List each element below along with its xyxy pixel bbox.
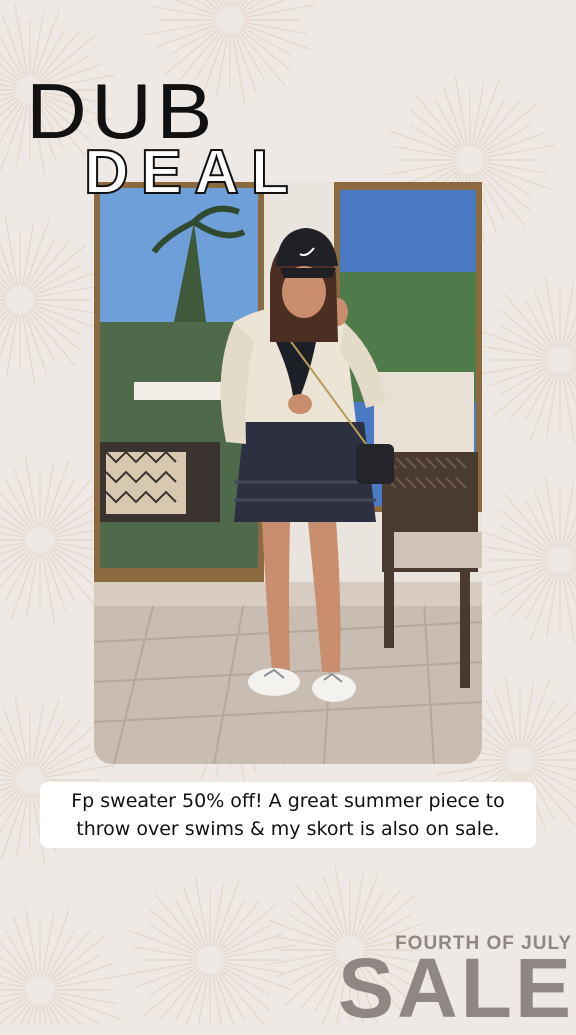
burst — [475, 275, 576, 445]
caption: Fp sweater 50% off! A great summer piece… — [40, 782, 536, 848]
title-deal: DEAL — [83, 138, 301, 207]
burst — [0, 215, 105, 385]
caption-line-2: throw over swims & my skort is also on s… — [76, 818, 500, 840]
burst — [0, 905, 125, 1024]
outfit-photo-illustration — [94, 182, 482, 764]
sale-title: SALE — [337, 941, 574, 1035]
burst — [125, 875, 295, 1024]
burst — [475, 475, 576, 645]
caption-line-1: Fp sweater 50% off! A great summer piece… — [71, 790, 505, 812]
outfit-photo — [94, 182, 482, 764]
